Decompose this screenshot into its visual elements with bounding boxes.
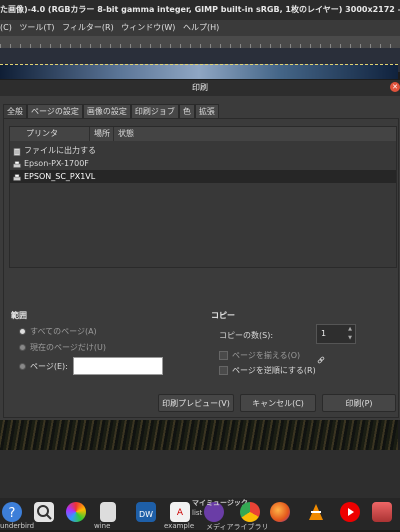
tab-bar: 全般 ページの設定 画像の設定 印刷ジョブ 色 拡張 — [3, 104, 219, 119]
cancel-button[interactable]: キャンセル(C) — [240, 394, 316, 412]
vlc-icon[interactable] — [306, 502, 326, 522]
copies-value: 1 — [321, 329, 327, 338]
printer-list-header: プリンタ 場所 状態 — [10, 127, 396, 141]
photo-app-icon[interactable] — [66, 502, 86, 522]
tab-image-settings[interactable]: 画像の設定 — [82, 104, 131, 119]
print-dialog: 印刷 ✕ 全般 ページの設定 画像の設定 印刷ジョブ 色 拡張 プリンタ 場所 … — [0, 80, 400, 420]
document-app-icon[interactable]: DW — [136, 502, 156, 522]
radio-dot — [19, 328, 26, 335]
range-heading: 範囲 — [11, 311, 27, 320]
dock-label-library: メディアライブラリ — [206, 523, 269, 531]
canvas-image-bottom[interactable] — [0, 420, 398, 451]
dialog-titlebar[interactable]: 印刷 — [0, 80, 400, 96]
dock-label-wine: wine — [94, 522, 111, 530]
radio-all-pages[interactable]: すべてのページ(A) — [19, 326, 97, 337]
wine-icon[interactable] — [100, 502, 116, 522]
radio-label: ページ(E): — [30, 362, 68, 371]
printer-name: EPSON_SC_PX1VL — [24, 172, 96, 181]
radio-current-page[interactable]: 現在のページだけ(U) — [19, 342, 106, 353]
print-preview-button[interactable]: 印刷プレビュー(V) — [158, 394, 234, 412]
menu-item-tools[interactable]: ツール(T) — [19, 23, 54, 32]
svg-text:A: A — [177, 508, 184, 518]
tab-page-setup[interactable]: ページの設定 — [27, 104, 83, 119]
dock-label-music: マイミュージック — [192, 499, 248, 507]
printer-icon — [13, 173, 21, 181]
checkbox-label: ページを揃える(O) — [232, 351, 301, 360]
gimp-menubar: (C) ツール(T) フィルター(R) ウィンドウ(W) ヘルプ(H) — [0, 20, 400, 36]
menu-item-help[interactable]: ヘルプ(H) — [183, 23, 219, 32]
printer-row-px1vl[interactable]: EPSON_SC_PX1VL — [10, 170, 396, 183]
canvas-background[interactable] — [0, 450, 400, 498]
radio-label: 現在のページだけ(U) — [30, 343, 106, 352]
dock-label-list: list — [192, 509, 203, 517]
app-launcher-icon[interactable] — [372, 502, 392, 522]
printer-row-px1700f[interactable]: Epson-PX-1700F — [10, 157, 396, 170]
help-icon[interactable]: ? — [2, 502, 22, 522]
dock: ? underbird wine DW A example マイミュージック l… — [0, 498, 400, 531]
checkbox-box — [219, 366, 228, 375]
printer-icon — [13, 160, 21, 168]
dock-label-thunderbird: underbird — [0, 522, 35, 530]
spin-up-icon[interactable]: ▲ — [347, 326, 353, 332]
checkbox-collate[interactable]: ページを揃える(O) — [219, 350, 300, 361]
radio-dot — [19, 363, 26, 370]
spin-down-icon[interactable]: ▼ — [347, 335, 353, 341]
copies-spinbutton[interactable]: 1 ▲ ▼ — [316, 324, 356, 344]
radio-pages[interactable]: ページ(E): — [19, 361, 68, 372]
menu-item-windows[interactable]: ウィンドウ(W) — [121, 23, 175, 32]
pages-input[interactable] — [73, 357, 163, 375]
chain-link-icon — [317, 356, 325, 364]
printer-name: ファイルに出力する — [24, 146, 96, 155]
file-icon — [13, 147, 21, 156]
column-location[interactable]: 場所 — [90, 127, 114, 141]
close-icon[interactable]: ✕ — [390, 82, 400, 92]
tab-color[interactable]: 色 — [178, 104, 195, 119]
canvas-image-top[interactable] — [0, 64, 398, 79]
svg-text:?: ? — [9, 506, 16, 521]
column-printer[interactable]: プリンタ — [10, 127, 90, 141]
dock-label-example: example — [164, 522, 195, 530]
gimp-window-title: た画像)-4.0 (RGBカラー 8-bit gamma integer, GI… — [0, 0, 400, 20]
checkbox-label: ページを逆順にする(R) — [232, 366, 316, 375]
menu-item-c[interactable]: (C) — [0, 23, 12, 32]
horizontal-ruler[interactable] — [0, 36, 400, 48]
checkbox-reverse[interactable]: ページを逆順にする(R) — [219, 365, 316, 376]
copies-heading: コピー — [211, 311, 235, 320]
chrome-icon[interactable] — [240, 502, 260, 522]
magnifier-icon[interactable] — [34, 502, 54, 522]
printer-row-file[interactable]: ファイルに出力する — [10, 144, 396, 157]
radio-dot — [19, 344, 26, 351]
printer-list: プリンタ 場所 状態 ファイルに出力する Epson-PX-1700F EPSO… — [9, 126, 397, 268]
tab-print-job[interactable]: 印刷ジョブ — [130, 104, 179, 119]
svg-text:DW: DW — [139, 510, 153, 519]
pdf-document-icon[interactable]: A — [170, 502, 190, 522]
tab-advanced[interactable]: 拡張 — [194, 104, 219, 119]
printer-name: Epson-PX-1700F — [24, 159, 89, 168]
print-button[interactable]: 印刷(P) — [322, 394, 396, 412]
copies-count-label: コピーの数(S): — [219, 331, 274, 340]
video-app-icon[interactable] — [340, 502, 360, 522]
radio-label: すべてのページ(A) — [30, 327, 97, 336]
tab-general[interactable]: 全般 — [3, 104, 27, 119]
menu-item-filters[interactable]: フィルター(R) — [62, 23, 114, 32]
dialog-title: 印刷 — [192, 83, 208, 92]
checkbox-box — [219, 351, 228, 360]
firefox-icon[interactable] — [270, 502, 290, 522]
column-status[interactable]: 状態 — [114, 127, 396, 141]
